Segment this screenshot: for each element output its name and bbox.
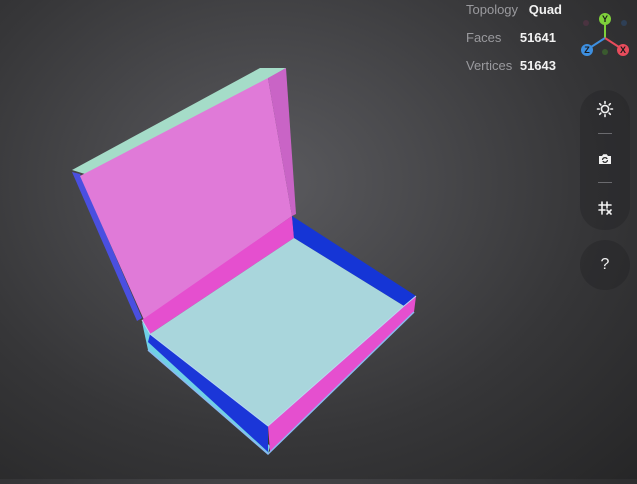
grid-toggle-button[interactable] <box>592 195 618 221</box>
topology-value: Quad <box>528 2 562 17</box>
light-icon <box>596 100 614 118</box>
lighting-button[interactable] <box>592 96 618 122</box>
toolbar-divider <box>598 182 612 183</box>
stat-topology: Topology Quad <box>466 2 564 22</box>
grid-icon <box>598 201 612 215</box>
y-axis-label: Y <box>602 14 608 24</box>
camera-button[interactable] <box>592 146 618 172</box>
stat-vertices: Vertices 51643 <box>466 58 564 78</box>
z-axis-label: Z <box>584 45 590 55</box>
vertices-value: 51643 <box>519 58 556 73</box>
x-axis-label: X <box>620 45 626 55</box>
faces-value: 51641 <box>519 30 556 45</box>
topology-label: Topology <box>466 2 519 17</box>
faces-label: Faces <box>466 30 502 45</box>
stat-faces: Faces 51641 <box>466 30 564 50</box>
axis-gizmo[interactable]: Y Z X <box>577 10 633 66</box>
vertices-label: Vertices <box>466 58 513 73</box>
toolbar-divider <box>598 133 612 134</box>
help-button[interactable]: ? <box>580 240 630 290</box>
camera-swap-icon <box>599 154 611 164</box>
view-toolbar <box>580 90 630 230</box>
help-label: ? <box>600 256 610 273</box>
